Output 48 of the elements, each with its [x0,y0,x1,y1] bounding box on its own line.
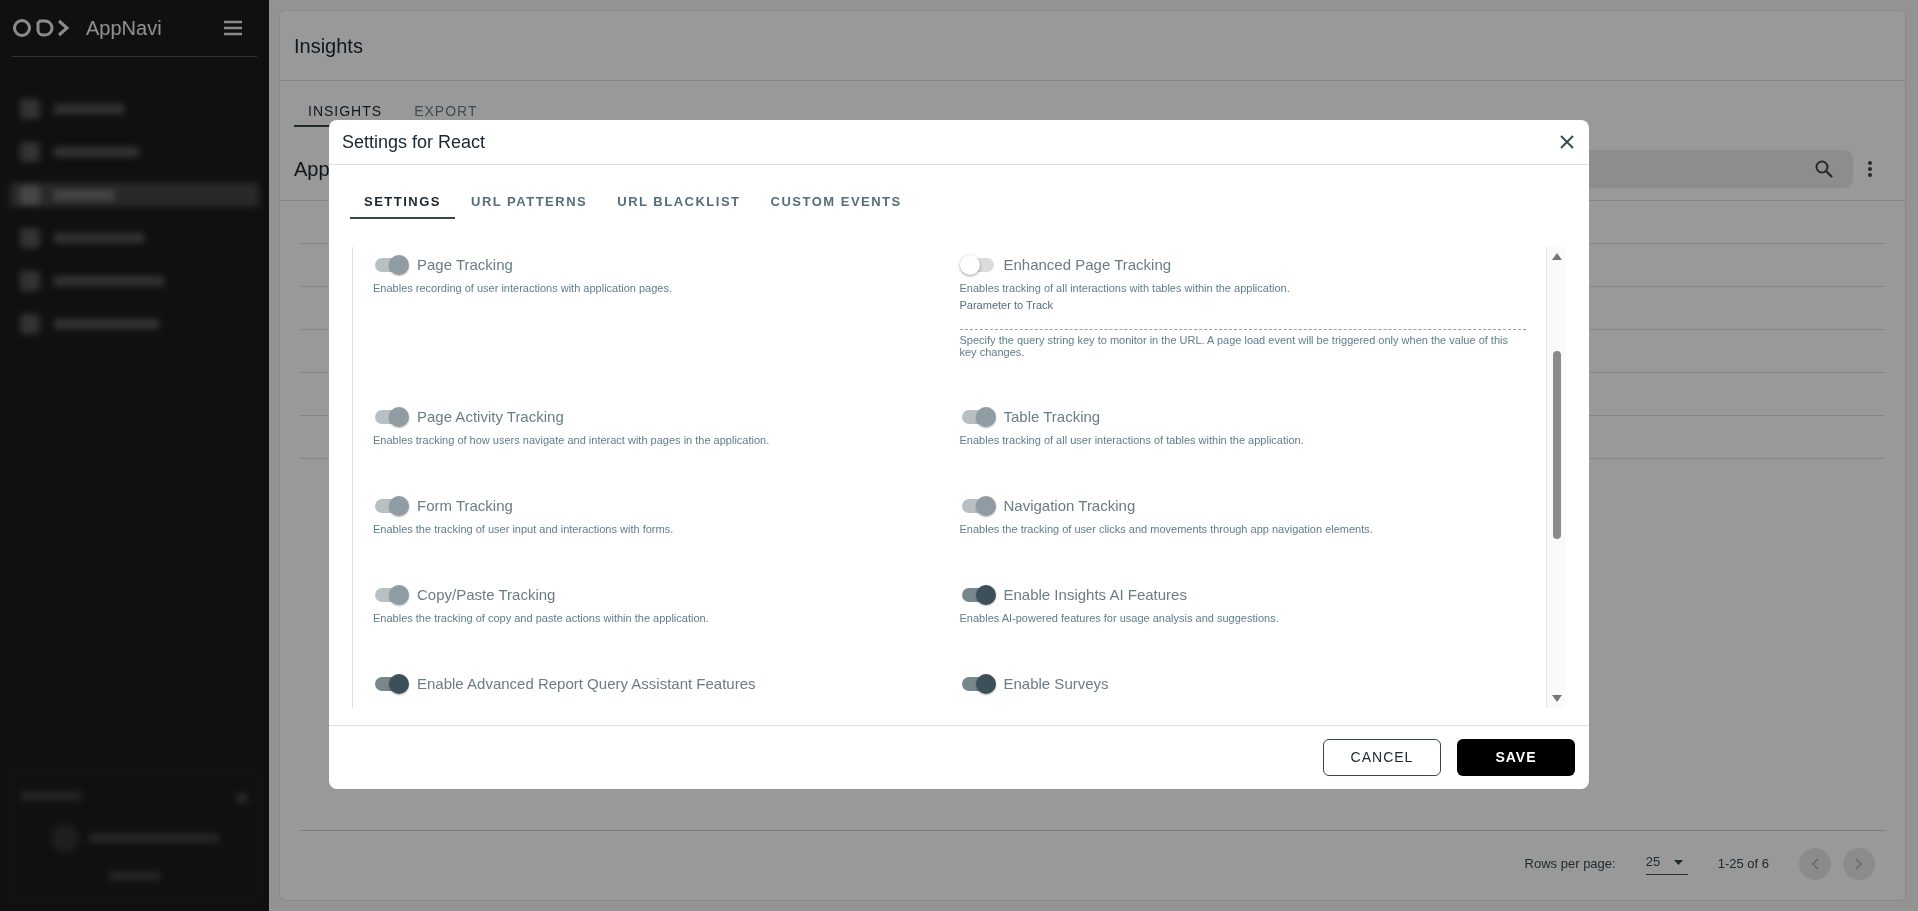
setting-label: Navigation Tracking [1003,495,1136,516]
page-range: 1-25 of 6 [1717,854,1769,873]
setting-description: Enables the tracking of copy and paste actions within the application. [373,611,710,625]
helper-text: Specify the query string key to monitor in the URL. A page load event will be triggered only when the value of this key changes. [959,334,1509,358]
setting-description: Enables AI-powered features for usage analysis and suggestions. [959,611,1280,625]
setting-description: Enables the tracking of user input and interactions with forms. [373,522,675,536]
dialog-title: Settings for React [342,130,486,154]
scroll-up-icon[interactable] [1552,253,1562,260]
setting-description: Enables tracking of all user interactions of tables within the application. [959,433,1305,447]
close-icon[interactable] [1560,135,1574,149]
toggle-switch[interactable] [373,673,409,695]
setting-label: Page Tracking [417,254,513,275]
toggle-switch[interactable] [959,254,996,276]
setting-description: Enables tracking of how users navigate and interact with pages in the application. [373,433,771,447]
tab[interactable]: URL PATTERNS [457,187,602,219]
setting-label: Enable Surveys [1003,673,1109,694]
scroll-thumb[interactable] [1553,351,1561,539]
chevron-right-icon [1855,857,1863,870]
setting-label: Enable Insights AI Features [1003,584,1187,605]
section-title: App [294,156,330,182]
rows-per-page-label: Rows per page: [1524,854,1616,873]
setting-description: Enables recording of user interactions with application pages. [373,281,673,295]
setting-description: Enables tracking of all interactions with tables within the application. [959,281,1291,295]
setting-description: Enables the tracking of user clicks and movements through app navigation elements. [959,522,1374,536]
chevron-left-icon [1811,857,1819,870]
app-name: AppNavi [86,16,162,41]
setting-label: Enhanced Page Tracking [1003,254,1172,275]
previous-page-button[interactable] [1799,847,1831,880]
setting-label: Form Tracking [417,495,513,516]
menu-icon[interactable] [223,20,243,36]
tab[interactable]: SETTINGS [350,187,455,219]
setting-label: Page Activity Tracking [417,406,564,427]
dropdown-icon [1674,859,1684,865]
setting-label: Enable Advanced Report Query Assistant Features [417,673,756,694]
page-title: Insights [294,33,363,59]
tab[interactable]: URL BLACKLIST [603,187,755,219]
search-icon[interactable] [1815,159,1833,178]
field-label: Parameter to Track [959,298,1055,312]
cancel-button[interactable]: CANCEL [1323,739,1441,776]
setting-label: Table Tracking [1003,406,1101,427]
tab[interactable]: CUSTOM EVENTS [756,187,916,219]
scrollbar[interactable] [1546,247,1566,708]
next-page-button[interactable] [1843,847,1875,880]
save-button[interactable]: SAVE [1457,739,1575,776]
scroll-down-icon[interactable] [1552,695,1562,702]
setting-label: Copy/Paste Tracking [417,584,556,605]
more-icon[interactable] [1867,159,1873,178]
rows-per-page-select[interactable]: 25 [1645,852,1688,875]
